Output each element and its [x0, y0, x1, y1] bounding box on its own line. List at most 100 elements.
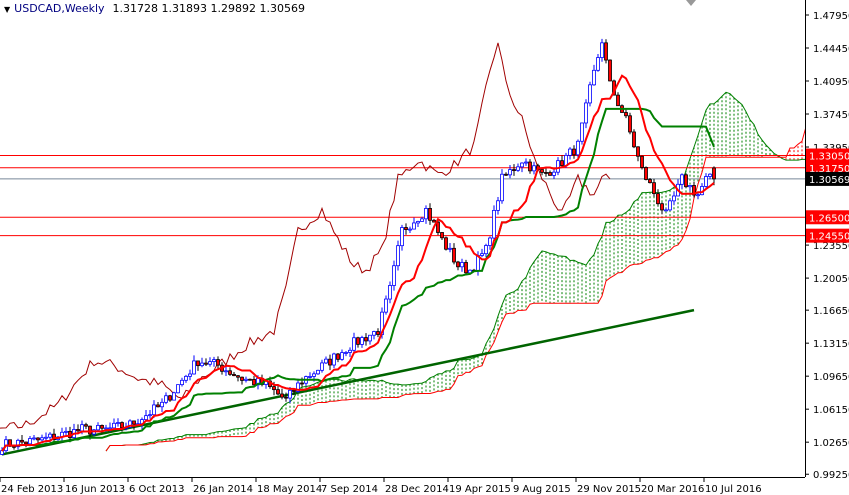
time-tick-label: 19 Apr 2015	[449, 484, 511, 495]
candle-body	[292, 389, 296, 392]
candle-body	[664, 209, 668, 212]
candle-body	[652, 182, 656, 195]
candle-body	[508, 169, 512, 176]
candle-body	[456, 261, 460, 268]
candle-body	[200, 362, 204, 367]
chart-window[interactable]: ▼ USDCAD,Weekly 1.31728 1.31893 1.29892 1.…	[0, 0, 849, 495]
candle-body	[144, 415, 148, 420]
candle-body	[668, 200, 672, 211]
candle-body	[244, 378, 248, 381]
candle-body	[280, 393, 284, 398]
candle-body	[632, 131, 636, 148]
chart-shift-icon	[686, 0, 696, 6]
candle-body	[84, 424, 88, 427]
candle-body	[276, 389, 280, 395]
price-tick-label: 1.20050	[813, 274, 849, 285]
candle-body	[288, 389, 292, 399]
candle-body	[376, 331, 380, 335]
candle-body	[560, 160, 564, 167]
price-level-label: 1.26500	[809, 213, 849, 224]
candle-body	[656, 193, 660, 205]
candle-body	[392, 265, 396, 286]
candle-body	[252, 379, 256, 386]
candle-body	[440, 232, 444, 239]
candle-body	[588, 84, 592, 104]
candle-body	[412, 222, 416, 230]
candle-body	[548, 172, 552, 176]
time-tick-label: 18 May 2014	[257, 484, 322, 495]
candle-body	[516, 166, 520, 171]
candle-body	[184, 375, 188, 381]
candle-body	[708, 173, 712, 177]
price-tick-label: 1.09650	[813, 372, 849, 383]
candle-body	[40, 437, 44, 441]
dropdown-arrow-icon[interactable]: ▼	[4, 5, 10, 14]
price-tick-label: 1.06150	[813, 405, 849, 416]
candle-body	[216, 359, 220, 366]
candle-body	[108, 427, 112, 430]
candle-body	[628, 115, 632, 133]
candle-body	[336, 353, 340, 360]
candle-body	[212, 359, 216, 362]
candle-body	[284, 396, 288, 399]
candle-body	[432, 219, 436, 223]
price-tick-label: 1.40950	[813, 77, 849, 88]
candle-body	[492, 209, 496, 239]
candle-body	[208, 361, 212, 365]
time-tick-label: 29 Nov 2015	[577, 484, 641, 495]
price-tick-label: 0.99250	[813, 470, 849, 481]
candle-body	[672, 195, 676, 202]
candle-body	[624, 112, 628, 117]
chart-title: ▼ USDCAD,Weekly 1.31728 1.31893 1.29892 1.…	[4, 2, 305, 15]
candle-body	[80, 424, 84, 432]
candle-body	[712, 167, 716, 180]
candle-body	[420, 218, 424, 222]
candle-body	[188, 373, 192, 377]
candle-body	[544, 172, 548, 174]
candle-body	[232, 373, 236, 377]
candle-body	[368, 334, 372, 342]
price-chart[interactable]: 1.479501.444501.409501.374501.339501.235…	[0, 0, 849, 495]
plot-area	[0, 38, 805, 456]
candle-body	[224, 370, 228, 373]
candle-body	[324, 358, 328, 364]
candle-body	[464, 262, 468, 274]
candle-body	[88, 425, 92, 435]
time-tick-label: 7 Sep 2014	[321, 484, 378, 495]
candle-body	[520, 162, 524, 168]
price-tick-label: 1.44450	[813, 44, 849, 55]
candle-body	[660, 203, 664, 211]
candle-body	[592, 69, 596, 86]
candle-body	[524, 161, 528, 164]
candle-body	[316, 369, 320, 375]
candle-body	[484, 245, 488, 255]
candle-body	[204, 362, 208, 365]
candle-body	[168, 395, 172, 401]
price-tick-label: 1.16650	[813, 306, 849, 317]
candle-body	[344, 352, 348, 354]
candle-body	[556, 160, 560, 173]
candle-body	[236, 375, 240, 378]
candle-body	[36, 437, 40, 441]
candle-body	[160, 401, 164, 408]
candle-body	[428, 208, 432, 221]
time-tick-label: 26 Jan 2014	[193, 484, 253, 495]
candle-body	[640, 155, 644, 168]
candle-body	[272, 386, 276, 391]
candle-body	[500, 173, 504, 202]
trendline	[1, 308, 695, 456]
candle-body	[680, 174, 684, 185]
candle-body	[44, 436, 48, 439]
candle-body	[48, 433, 52, 438]
candle-body	[596, 57, 600, 71]
symbol-period: USDCAD,Weekly	[14, 2, 105, 15]
candle-body	[164, 395, 168, 403]
candle-body	[424, 208, 428, 220]
price-tick-label: 1.47950	[813, 11, 849, 22]
candle-body	[696, 194, 700, 197]
candle-body	[116, 422, 120, 424]
candle-body	[312, 373, 316, 377]
candle-body	[356, 337, 360, 345]
candle-body	[480, 253, 484, 256]
candle-body	[104, 427, 108, 430]
